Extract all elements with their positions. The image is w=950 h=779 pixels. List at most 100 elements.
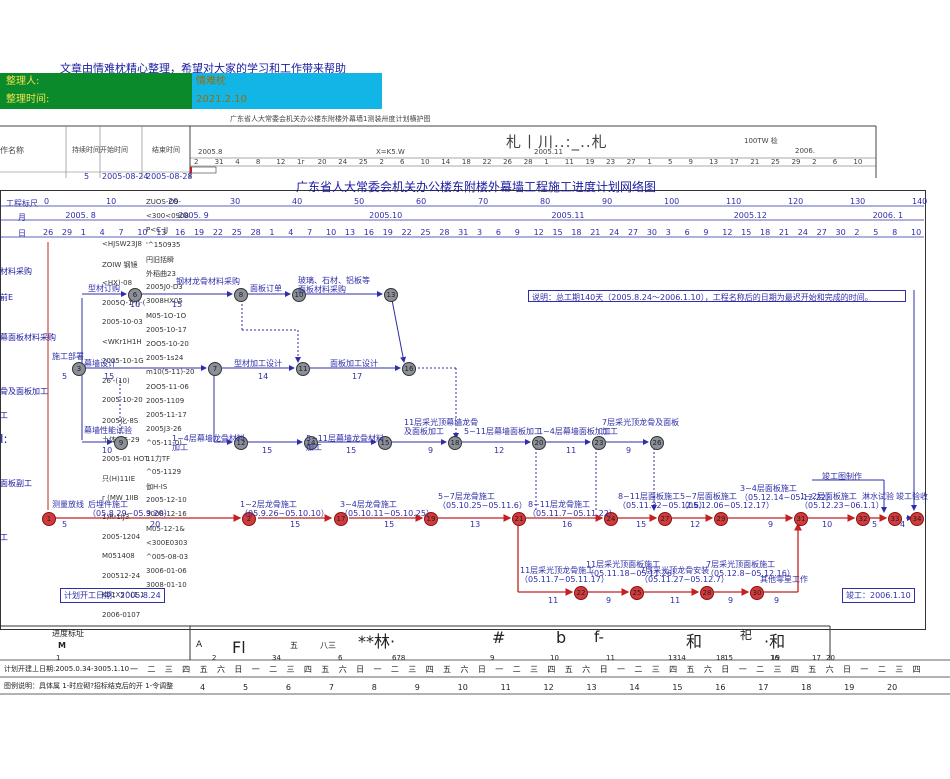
week-number: 18 bbox=[801, 683, 812, 692]
weekday-cell: 四 bbox=[182, 665, 191, 674]
scan-month-b: X=K5.W bbox=[376, 148, 405, 156]
scan-row1-end: 2005-08-28 bbox=[146, 172, 193, 181]
scan-day-cell: 10 bbox=[853, 158, 863, 166]
organizer-value: 情难枕 bbox=[192, 73, 382, 91]
weekday-cell: 五 bbox=[321, 665, 330, 674]
activity-label: 1~4层幕墙龙骨材料加工 bbox=[172, 434, 245, 452]
weekday-cell: 五 bbox=[808, 665, 817, 674]
node-8: 8 bbox=[234, 288, 248, 302]
week-number: 9 bbox=[414, 683, 420, 692]
weekday-cell: 三 bbox=[895, 665, 904, 674]
node-22: 22 bbox=[574, 586, 588, 600]
activity-duration: 15 bbox=[262, 446, 273, 455]
activity-duration: 15 bbox=[384, 520, 395, 529]
weekday-cell: 一 bbox=[616, 665, 625, 674]
weekday-cell: 四 bbox=[790, 665, 799, 674]
weekday-cell: 三 bbox=[530, 665, 538, 674]
activity-duration: 9 bbox=[626, 446, 632, 455]
scan-row1-duration: 5 bbox=[84, 172, 90, 181]
scan-day-cell: 20 bbox=[317, 158, 327, 166]
activity-label: 竣工图制作 bbox=[822, 472, 862, 481]
activity-label: 面板加工设计 bbox=[330, 359, 378, 368]
num-h: # bbox=[492, 628, 506, 647]
activity-label: 钢材龙骨材料采购 bbox=[176, 277, 240, 286]
weekday-cell: 四 bbox=[303, 665, 312, 674]
organizer-label: 整理人: bbox=[0, 73, 192, 91]
week-number: 19 bbox=[844, 683, 855, 692]
weekday-cell: 二 bbox=[269, 665, 278, 674]
activity-duration: 9 bbox=[774, 596, 780, 605]
mid-number: 20 bbox=[826, 654, 835, 662]
scan-day-cell: 24 bbox=[338, 158, 348, 166]
weekday-cell: 二 bbox=[390, 665, 399, 674]
scan-day-cell: 6 bbox=[400, 158, 405, 166]
progress-label: 进度标址 bbox=[52, 629, 84, 638]
mid-number: 678 bbox=[392, 654, 406, 662]
node-34: 34 bbox=[910, 512, 924, 526]
activity-duration: 15 bbox=[290, 520, 301, 529]
weekday-cell: 五 bbox=[443, 665, 452, 674]
scan-day-cell: 6 bbox=[832, 158, 838, 166]
scan-day-row: 2 31 4 8 12 1r 20 24 25 2 6 10 14 18 22 26 28 1 11 19 23 27 1 5… bbox=[194, 158, 874, 168]
weekday-cell: 二 bbox=[512, 665, 521, 674]
scan-day-cell: 12 bbox=[276, 158, 286, 166]
scan-day-cell: 26 bbox=[503, 158, 512, 166]
node-9: 9 bbox=[114, 436, 128, 450]
activity-label: 幕墙性能试验 bbox=[84, 426, 132, 435]
weekday-cell: 五 bbox=[199, 665, 208, 674]
weekday-cell: 一 bbox=[860, 665, 869, 674]
weekday-cell: 日 bbox=[356, 665, 365, 674]
activity-label: 7层采光顶龙骨及面板加工 bbox=[602, 418, 680, 436]
scan-day-cell: 25 bbox=[770, 158, 780, 166]
activity-duration: 11 bbox=[566, 446, 577, 455]
scan-day-cell: 11 bbox=[564, 158, 574, 166]
activity-duration: 10 bbox=[102, 446, 113, 455]
activity-duration: 20 bbox=[150, 520, 161, 529]
node-32: 32 bbox=[856, 512, 870, 526]
scan-day-cell: 4 bbox=[235, 158, 240, 166]
activity-label: 型材订购 bbox=[88, 284, 120, 293]
mid-number: 1314 bbox=[668, 654, 686, 662]
scan-day-cell: 31 bbox=[214, 158, 224, 166]
mid-number: 15 bbox=[724, 654, 733, 662]
week-number: 6 bbox=[285, 683, 291, 692]
weekday-cell: 日 bbox=[477, 665, 486, 674]
activity-duration: 9 bbox=[428, 446, 434, 455]
weekday-cell: 四 bbox=[912, 665, 921, 674]
scan-day-cell: 27 bbox=[626, 158, 636, 166]
activity-duration: 9 bbox=[768, 520, 774, 529]
time-label: 整理时间: bbox=[0, 91, 192, 109]
activity-duration: 15 bbox=[172, 300, 183, 309]
weekday-cell: 二 bbox=[756, 665, 765, 674]
activity-label: 后埋件施工（05.8.29~05.9.20） bbox=[88, 500, 172, 518]
node-27: 27 bbox=[658, 512, 672, 526]
mid-number: 18 bbox=[716, 654, 725, 662]
activity-label: 施工部署 bbox=[52, 352, 84, 361]
scan-day-cell: 2 bbox=[194, 158, 199, 166]
activity-duration: 15 bbox=[104, 372, 115, 381]
week-number: 4 bbox=[200, 683, 206, 692]
activity-duration: 4 bbox=[900, 520, 906, 529]
activity-label: 玻璃、石材、铝板等面板材料采购 bbox=[298, 276, 370, 294]
scan-day-cell: 2 bbox=[812, 158, 817, 166]
activity-duration: 10 bbox=[130, 300, 141, 309]
node-1: 1 bbox=[42, 512, 56, 526]
week-number: 7 bbox=[328, 683, 334, 692]
scan-day-cell: 10 bbox=[420, 158, 430, 166]
weekday-cell: 六 bbox=[825, 665, 834, 674]
node-7: 7 bbox=[208, 362, 222, 376]
node-25: 25 bbox=[630, 586, 644, 600]
scan-col-end: 结束时间 bbox=[152, 146, 180, 154]
activity-duration: 11 bbox=[670, 596, 681, 605]
node-20: 20 bbox=[532, 436, 546, 450]
activity-duration: 17 bbox=[352, 372, 363, 381]
mid-number: 6 bbox=[338, 654, 343, 662]
week-number: 20 bbox=[887, 683, 898, 692]
scan-day-cell: 14 bbox=[441, 158, 451, 166]
scan-col-task: 作名称 bbox=[0, 146, 24, 155]
activity-duration: 12 bbox=[690, 520, 701, 529]
activity-duration: 5 bbox=[872, 520, 878, 529]
scan-day-cell: 5 bbox=[667, 158, 673, 166]
weekday-cell: 六 bbox=[460, 665, 469, 674]
node-18: 18 bbox=[448, 436, 462, 450]
